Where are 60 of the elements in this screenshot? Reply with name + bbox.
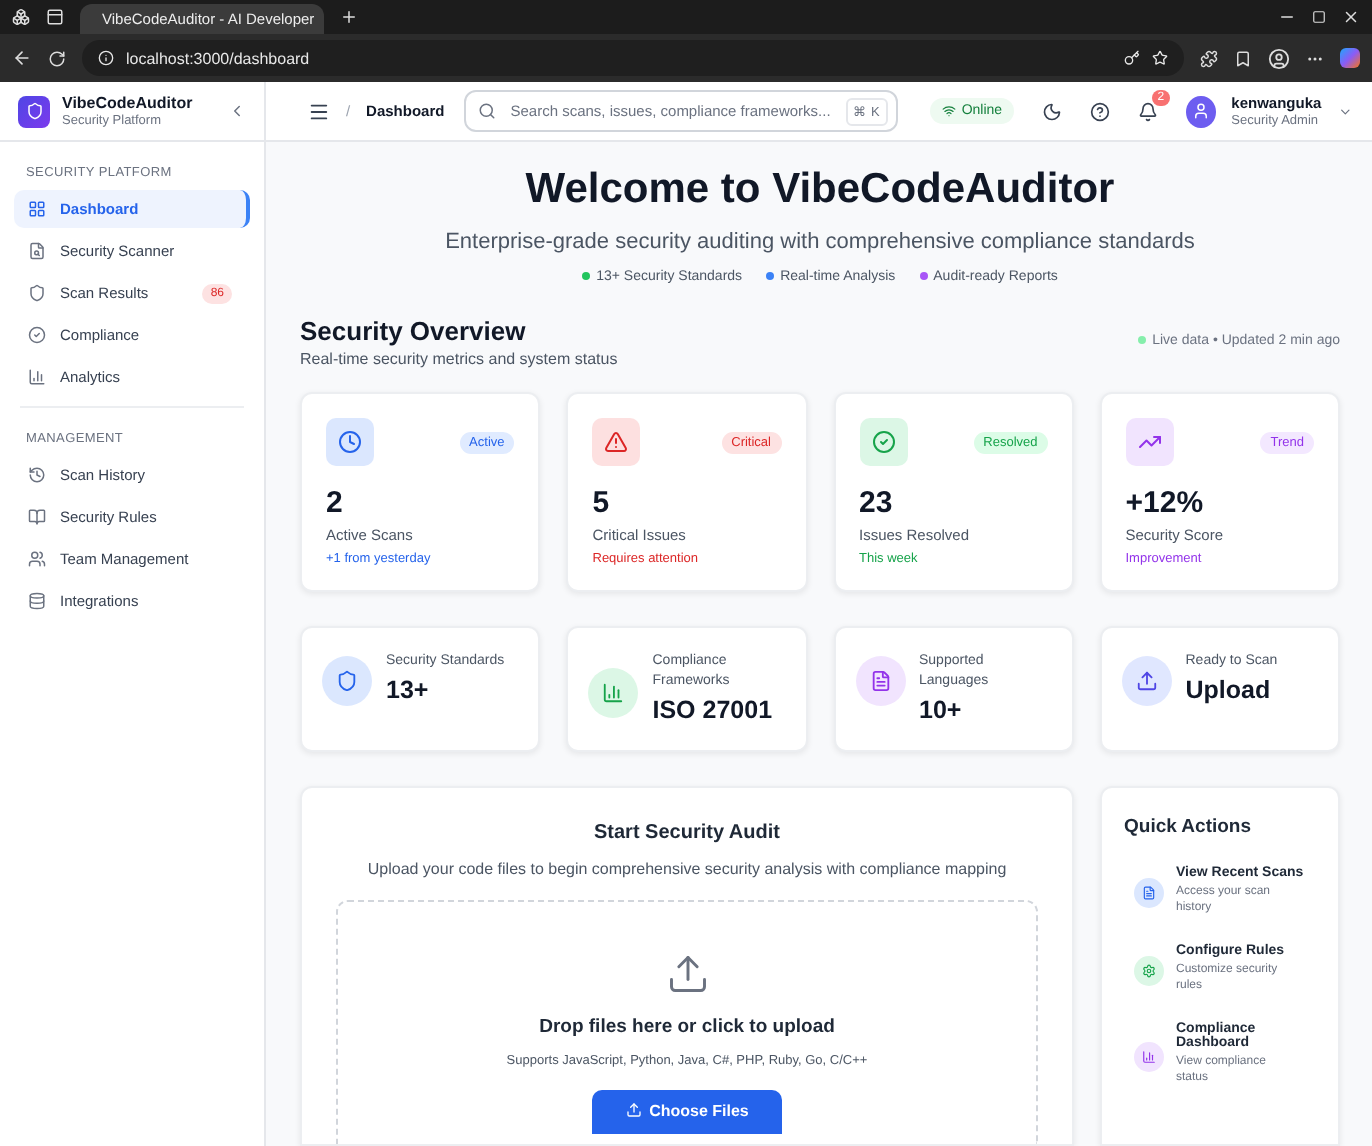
stat-value: +12% bbox=[1125, 486, 1206, 520]
stat-value: 23 bbox=[859, 486, 895, 520]
warning-icon bbox=[592, 418, 641, 466]
gear-icon bbox=[1134, 956, 1164, 987]
reload-icon[interactable] bbox=[48, 49, 66, 67]
page-title: Welcome to VibeCodeAuditor bbox=[523, 166, 1117, 214]
upload-icon bbox=[625, 1102, 642, 1118]
page-subtitle: Enterprise-grade security auditing with comprehensive compliance standards bbox=[443, 230, 1197, 254]
check-circle-icon bbox=[28, 326, 46, 344]
moon-icon[interactable] bbox=[1042, 101, 1063, 121]
choose-files-button[interactable]: Choose Files bbox=[592, 1090, 782, 1134]
close-icon[interactable] bbox=[1342, 8, 1360, 26]
users-icon bbox=[28, 550, 46, 568]
collapse-icon[interactable] bbox=[228, 102, 246, 120]
shield-icon bbox=[28, 284, 46, 302]
upload-icon bbox=[665, 952, 709, 996]
address-bar[interactable]: localhost:3000/dashboard bbox=[82, 40, 1184, 76]
section-title: Security Overview bbox=[300, 316, 528, 346]
drop-title: Drop files here or click to upload bbox=[539, 1016, 835, 1038]
section-subtitle: Real-time security metrics and system status bbox=[300, 350, 618, 368]
copilot-icon[interactable] bbox=[1340, 48, 1360, 68]
database-icon bbox=[28, 592, 46, 610]
menu-icon[interactable] bbox=[308, 99, 330, 123]
info-value: Upload bbox=[1185, 675, 1273, 704]
maximize-icon[interactable] bbox=[1312, 10, 1326, 24]
trend-up-icon bbox=[1125, 418, 1174, 466]
new-tab-icon[interactable] bbox=[340, 8, 358, 26]
search-icon bbox=[478, 102, 497, 120]
favorites-icon[interactable] bbox=[1234, 49, 1252, 67]
wifi-icon bbox=[941, 104, 956, 118]
document-search-icon bbox=[28, 242, 46, 260]
info-value: 13+ bbox=[386, 675, 431, 704]
info-value: ISO 27001 bbox=[652, 695, 775, 724]
shield-icon bbox=[322, 656, 372, 706]
panel-title: Start Security Audit bbox=[594, 822, 780, 844]
bar-chart-icon bbox=[1134, 1041, 1164, 1072]
panel-title: Quick Actions bbox=[1124, 816, 1254, 838]
upload-icon bbox=[1121, 656, 1172, 706]
brand-name: VibeCodeAuditor bbox=[62, 94, 195, 112]
workspaces-icon[interactable] bbox=[12, 8, 30, 26]
history-icon bbox=[28, 466, 46, 484]
document-icon bbox=[855, 656, 905, 706]
panel-subtitle: Upload your code files to begin comprehensive security analysis with compliance mapping bbox=[367, 860, 1007, 878]
logo-icon bbox=[18, 95, 50, 127]
bar-chart-icon bbox=[28, 368, 46, 386]
book-icon bbox=[28, 508, 46, 526]
info-value: 10+ bbox=[919, 695, 964, 724]
bar-chart-icon bbox=[588, 668, 639, 718]
avatar-icon bbox=[1186, 95, 1216, 127]
stat-value: 2 bbox=[326, 486, 345, 520]
stat-value: 5 bbox=[592, 486, 612, 520]
grid-icon bbox=[28, 200, 46, 218]
document-icon bbox=[1134, 878, 1164, 909]
help-icon[interactable] bbox=[1090, 101, 1111, 121]
tab-actions-icon[interactable] bbox=[46, 8, 64, 26]
profile-icon[interactable] bbox=[1268, 47, 1290, 69]
back-icon[interactable] bbox=[12, 48, 32, 68]
bell-icon[interactable] bbox=[1138, 101, 1159, 121]
extensions-icon[interactable] bbox=[1200, 49, 1218, 67]
clock-icon bbox=[326, 418, 374, 466]
